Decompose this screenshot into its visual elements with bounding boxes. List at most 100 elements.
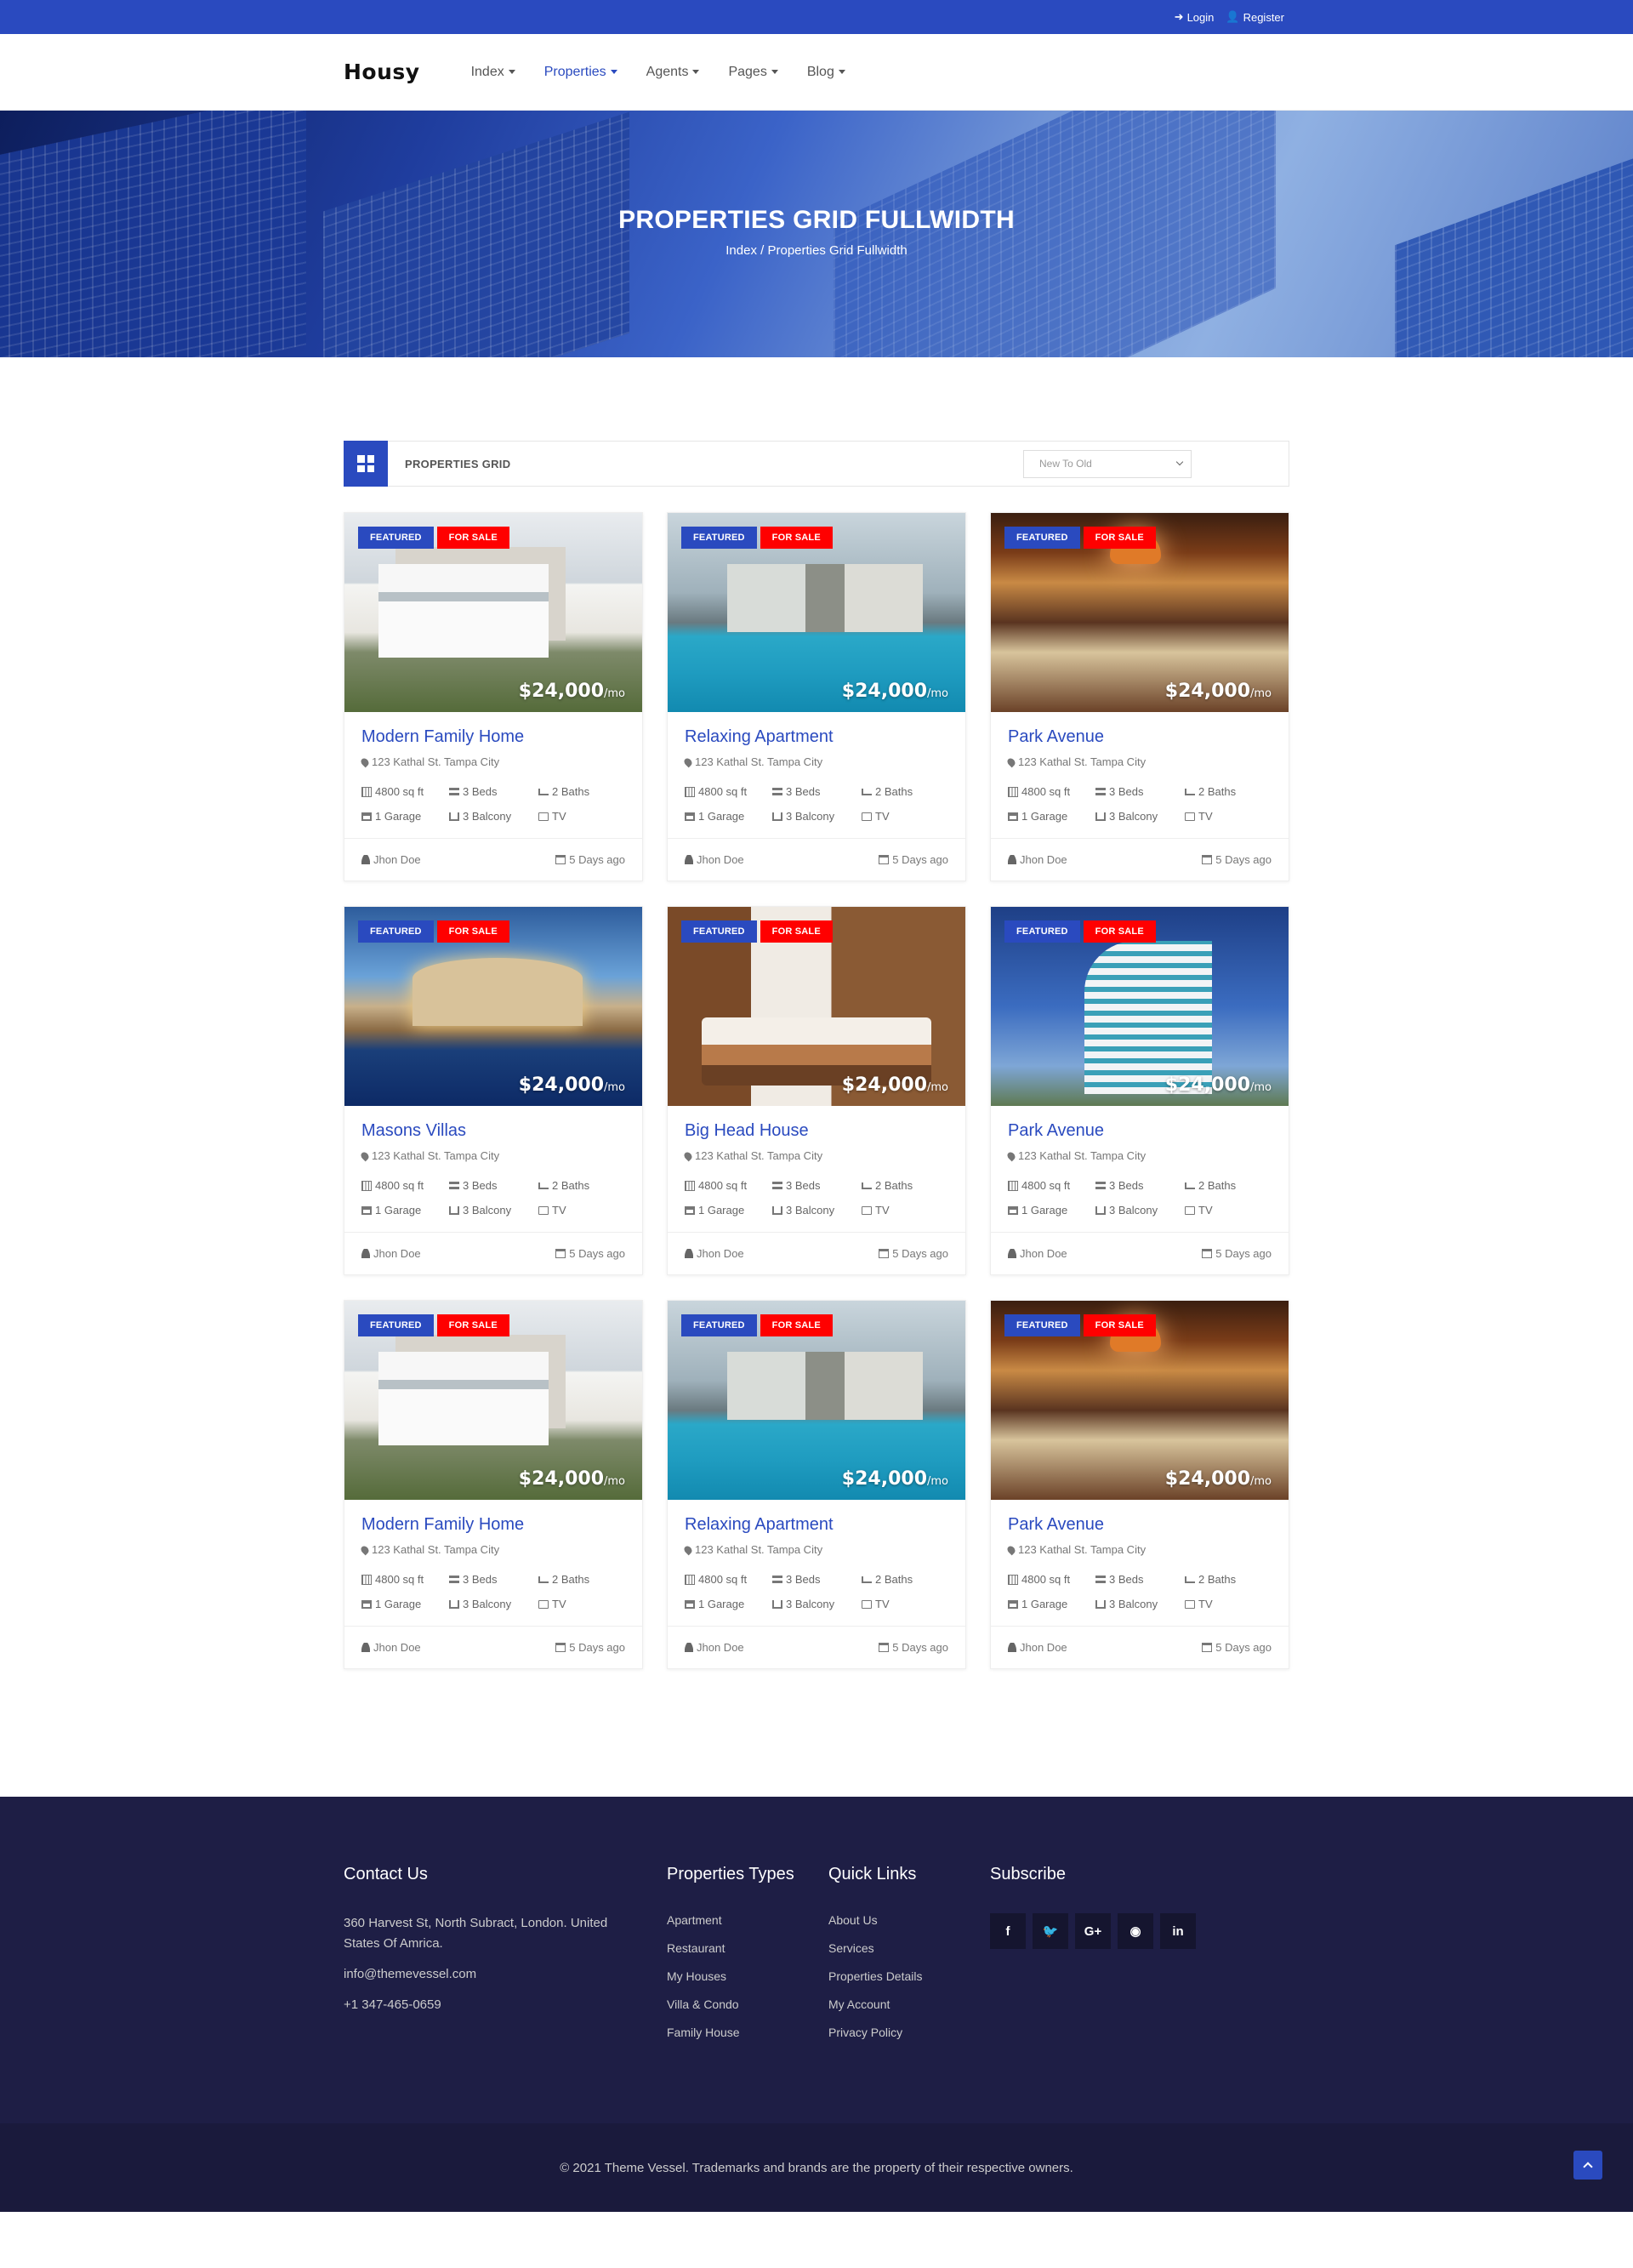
property-agent[interactable]: Jhon Doe bbox=[685, 1641, 744, 1654]
for-sale-badge: FOR SALE bbox=[1083, 527, 1156, 549]
property-title[interactable]: Modern Family Home bbox=[361, 1515, 625, 1535]
rss-icon[interactable]: ◉ bbox=[1118, 1913, 1153, 1949]
bath-icon bbox=[862, 1182, 872, 1189]
user-icon bbox=[361, 1249, 370, 1258]
property-card[interactable]: FEATURED FOR SALE $24,000/mo Park Avenue… bbox=[990, 512, 1289, 881]
property-title[interactable]: Park Avenue bbox=[1008, 727, 1272, 747]
property-image[interactable]: FEATURED FOR SALE $24,000/mo bbox=[668, 513, 965, 712]
property-footer: Jhon Doe 5 Days ago bbox=[991, 838, 1289, 880]
property-card[interactable]: FEATURED FOR SALE $24,000/mo Big Head Ho… bbox=[667, 906, 966, 1275]
footer-link[interactable]: Properties Details bbox=[828, 1969, 990, 1983]
property-card[interactable]: FEATURED FOR SALE $24,000/mo Park Avenue… bbox=[990, 1300, 1289, 1669]
option-bar-title: PROPERTIES GRID bbox=[405, 457, 511, 470]
nav-item-agents[interactable]: Agents bbox=[646, 65, 700, 80]
tv-icon bbox=[1185, 1205, 1195, 1215]
property-title[interactable]: Relaxing Apartment bbox=[685, 727, 948, 747]
footer-link[interactable]: My Account bbox=[828, 1997, 990, 2011]
facility-garage: 1 Garage bbox=[1008, 1598, 1095, 1610]
footer-link[interactable]: Apartment bbox=[667, 1913, 828, 1927]
nav-item-index[interactable]: Index bbox=[471, 65, 515, 80]
property-image[interactable]: FEATURED FOR SALE $24,000/mo bbox=[344, 513, 642, 712]
property-address: 123 Kathal St. Tampa City bbox=[359, 755, 625, 768]
garage-icon bbox=[685, 1205, 695, 1215]
property-date: 5 Days ago bbox=[879, 853, 948, 866]
property-image[interactable]: FEATURED FOR SALE $24,000/mo bbox=[991, 907, 1289, 1106]
breadcrumb-home[interactable]: Index bbox=[725, 243, 757, 258]
footer-link[interactable]: Privacy Policy bbox=[828, 2026, 990, 2039]
for-sale-badge: FOR SALE bbox=[760, 527, 833, 549]
grid-view-button[interactable] bbox=[344, 441, 388, 487]
linkedin-icon[interactable]: in bbox=[1160, 1913, 1196, 1949]
property-agent[interactable]: Jhon Doe bbox=[1008, 853, 1067, 866]
property-address: 123 Kathal St. Tampa City bbox=[682, 1543, 948, 1556]
user-icon bbox=[685, 855, 693, 864]
footer-link[interactable]: Family House bbox=[667, 2026, 828, 2039]
tv-icon bbox=[1185, 812, 1195, 821]
property-card[interactable]: FEATURED FOR SALE $24,000/mo Modern Fami… bbox=[344, 512, 643, 881]
nav-item-pages[interactable]: Pages bbox=[728, 65, 778, 80]
footer-link[interactable]: Villa & Condo bbox=[667, 1997, 828, 2011]
property-title[interactable]: Big Head House bbox=[685, 1121, 948, 1141]
for-sale-badge: FOR SALE bbox=[760, 920, 833, 943]
featured-badge: FEATURED bbox=[1004, 1314, 1080, 1336]
back-to-top-button[interactable] bbox=[1573, 2151, 1602, 2180]
facebook-icon[interactable]: f bbox=[990, 1913, 1026, 1949]
property-card[interactable]: FEATURED FOR SALE $24,000/mo Relaxing Ap… bbox=[667, 1300, 966, 1669]
twitter-icon[interactable]: 🐦 bbox=[1033, 1913, 1068, 1949]
nav-item-properties[interactable]: Properties bbox=[544, 65, 617, 80]
property-image[interactable]: FEATURED FOR SALE $24,000/mo bbox=[344, 907, 642, 1106]
property-card[interactable]: FEATURED FOR SALE $24,000/mo Modern Fami… bbox=[344, 1300, 643, 1669]
map-marker-icon bbox=[1005, 1544, 1017, 1555]
property-title[interactable]: Masons Villas bbox=[361, 1121, 625, 1141]
facility-beds: 3 Beds bbox=[772, 1179, 862, 1192]
footer-link[interactable]: Restaurant bbox=[667, 1941, 828, 1955]
property-agent[interactable]: Jhon Doe bbox=[685, 853, 744, 866]
property-title[interactable]: Relaxing Apartment bbox=[685, 1515, 948, 1535]
user-icon bbox=[1008, 1643, 1016, 1652]
property-image[interactable]: FEATURED FOR SALE $24,000/mo bbox=[344, 1301, 642, 1500]
chevron-up-icon bbox=[1583, 2162, 1593, 2172]
property-agent[interactable]: Jhon Doe bbox=[1008, 1247, 1067, 1260]
property-agent[interactable]: Jhon Doe bbox=[361, 853, 421, 866]
property-title[interactable]: Modern Family Home bbox=[361, 727, 625, 747]
sort-select[interactable]: New To Old bbox=[1023, 449, 1192, 478]
footer-phone[interactable]: +1 347-465-0659 bbox=[344, 1995, 633, 2015]
footer-link[interactable]: About Us bbox=[828, 1913, 990, 1927]
property-card[interactable]: FEATURED FOR SALE $24,000/mo Relaxing Ap… bbox=[667, 512, 966, 881]
property-agent[interactable]: Jhon Doe bbox=[685, 1247, 744, 1260]
login-link[interactable]: ➜ Login bbox=[1175, 10, 1215, 24]
register-link[interactable]: 👤 Register bbox=[1226, 10, 1284, 24]
for-sale-badge: FOR SALE bbox=[1083, 920, 1156, 943]
for-sale-badge: FOR SALE bbox=[436, 527, 509, 549]
facility-balcony: 3 Balcony bbox=[449, 1204, 538, 1217]
footer-email[interactable]: info@themevessel.com bbox=[344, 1964, 633, 1985]
map-marker-icon bbox=[359, 756, 371, 767]
property-title[interactable]: Park Avenue bbox=[1008, 1121, 1272, 1141]
footer-link[interactable]: My Houses bbox=[667, 1969, 828, 1983]
balcony-icon bbox=[1095, 812, 1106, 821]
property-agent[interactable]: Jhon Doe bbox=[1008, 1641, 1067, 1654]
property-title[interactable]: Park Avenue bbox=[1008, 1515, 1272, 1535]
property-agent[interactable]: Jhon Doe bbox=[361, 1247, 421, 1260]
footer-link[interactable]: Services bbox=[828, 1941, 990, 1955]
property-price: $24,000/mo bbox=[841, 1468, 948, 1490]
property-address: 123 Kathal St. Tampa City bbox=[682, 1149, 948, 1162]
property-agent[interactable]: Jhon Doe bbox=[361, 1641, 421, 1654]
property-image[interactable]: FEATURED FOR SALE $24,000/mo bbox=[991, 1301, 1289, 1500]
facility-baths: 2 Baths bbox=[538, 785, 625, 798]
property-card[interactable]: FEATURED FOR SALE $24,000/mo Park Avenue… bbox=[990, 906, 1289, 1275]
property-facilities: 4800 sq ft 3 Beds 2 Baths 1 Garage 3 Bal… bbox=[685, 1179, 948, 1232]
property-image[interactable]: FEATURED FOR SALE $24,000/mo bbox=[668, 907, 965, 1106]
property-facilities: 4800 sq ft 3 Beds 2 Baths 1 Garage 3 Bal… bbox=[1008, 1573, 1272, 1626]
facility-tv: TV bbox=[862, 1204, 948, 1217]
balcony-icon bbox=[1095, 1599, 1106, 1609]
google-plus-icon[interactable]: G+ bbox=[1075, 1913, 1111, 1949]
property-image[interactable]: FEATURED FOR SALE $24,000/mo bbox=[991, 513, 1289, 712]
facility-area: 4800 sq ft bbox=[1008, 1573, 1095, 1586]
logo[interactable]: Housy bbox=[344, 60, 420, 84]
facility-area: 4800 sq ft bbox=[685, 1179, 772, 1192]
property-image[interactable]: FEATURED FOR SALE $24,000/mo bbox=[668, 1301, 965, 1500]
property-card[interactable]: FEATURED FOR SALE $24,000/mo Masons Vill… bbox=[344, 906, 643, 1275]
property-date: 5 Days ago bbox=[1202, 1641, 1272, 1654]
nav-item-blog[interactable]: Blog bbox=[807, 65, 845, 80]
